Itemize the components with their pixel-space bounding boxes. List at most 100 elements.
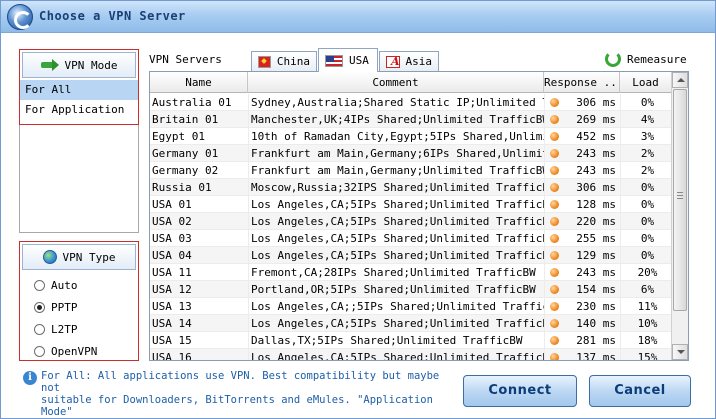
server-name-cell: USA 01	[152, 198, 192, 211]
tab-label: USA	[349, 54, 369, 67]
server-load-cell: 0%	[620, 94, 672, 110]
table-row[interactable]: USA 13 Los Angeles,CA;;5IPs Shared;Unlimi…	[150, 298, 672, 315]
arrows-icon	[40, 59, 59, 71]
info-icon: i	[23, 371, 37, 385]
mode-item-for-all[interactable]: For All	[20, 80, 138, 100]
column-header-response[interactable]: Response ...	[544, 72, 620, 93]
server-comment-cell: Dallas,TX;5IPs Shared;Unlimited TrafficB…	[248, 332, 544, 348]
status-dot-icon	[550, 352, 559, 360]
response-time: 243 ms	[576, 163, 616, 177]
mode-info-note: i For All: All applications use VPN. Bes…	[23, 370, 443, 419]
status-dot-icon	[550, 267, 559, 277]
server-response-cell: 220 ms	[544, 213, 620, 229]
server-comment-cell: Los Angeles,CA;5IPs Shared;Unlimited Tra…	[248, 230, 544, 246]
usa-flag-icon	[325, 54, 343, 67]
column-header-comment[interactable]: Comment	[248, 72, 544, 93]
table-row[interactable]: Russia 01 Moscow,Russia;32IPS Shared;Unli…	[150, 179, 672, 196]
connect-button[interactable]: Connect	[463, 375, 577, 407]
tab-label: Asia	[405, 55, 433, 68]
response-time: 243 ms	[576, 146, 616, 160]
status-dot-icon	[550, 165, 559, 175]
table-row[interactable]: Australia 01 Sydney,Australia;Shared Stat…	[150, 94, 672, 111]
table-row[interactable]: USA 16 Los Angeles,CA;5IPs Shared;Unlimit…	[150, 349, 672, 361]
table-row[interactable]: USA 11 Fremont,CA;28IPs Shared;Unlimited …	[150, 264, 672, 281]
server-response-cell: 154 ms	[544, 281, 620, 297]
table-row[interactable]: Germany 01 Frankfurt am Main,Germany;6IPs…	[150, 145, 672, 162]
radio-option-openvpn[interactable]: OpenVPN	[20, 340, 138, 362]
server-response-cell: 306 ms	[544, 94, 620, 110]
response-time: 220 ms	[576, 214, 616, 228]
table-header: Name Comment Response ... Load	[150, 72, 672, 93]
server-load-cell: 0%	[620, 179, 672, 195]
mode-item-for-application[interactable]: For Application	[20, 100, 138, 120]
scroll-up-button[interactable]	[672, 72, 688, 88]
status-dot-icon	[550, 250, 559, 260]
table-row[interactable]: USA 15 Dallas,TX;5IPs Shared;Unlimited Tr…	[150, 332, 672, 349]
radio-label: PPTP	[51, 300, 78, 314]
tab-usa[interactable]: USA	[318, 48, 378, 72]
table-row[interactable]: Britain 01 Manchester,UK;4IPs Shared;Unli…	[150, 111, 672, 128]
radio-button[interactable]	[34, 279, 45, 291]
table-row[interactable]: USA 12 Portland,OR;5IPs Shared;Unlimited …	[150, 281, 672, 298]
status-dot-icon	[550, 148, 559, 158]
table-row[interactable]: USA 04 Los Angeles,CA;5IPs Shared;Unlimit…	[150, 247, 672, 264]
vpn-server-dialog: Choose a VPN Server VPN Mode For All For…	[0, 0, 716, 419]
title-bar[interactable]: Choose a VPN Server	[1, 1, 715, 33]
cancel-button[interactable]: Cancel	[589, 375, 691, 407]
table-row[interactable]: USA 01 Los Angeles,CA;5IPs Shared;Unlimit…	[150, 196, 672, 213]
server-comment-cell: Fremont,CA;28IPs Shared;Unlimited Traffi…	[248, 264, 544, 280]
server-comment-cell: Moscow,Russia;32IPS Shared;Unlimited Tra…	[248, 179, 544, 195]
vpn-type-panel: VPN Type Auto PPTP L2TP OpenVPN	[19, 241, 139, 361]
server-name-cell: USA 12	[152, 283, 192, 296]
table-row[interactable]: USA 03 Los Angeles,CA;5IPs Shared;Unlimit…	[150, 230, 672, 247]
table-scrollbar[interactable]	[671, 72, 688, 360]
server-name-cell: USA 11	[152, 266, 192, 279]
remeasure-button[interactable]: Remeasure	[605, 51, 687, 67]
radio-label: Auto	[51, 278, 78, 292]
server-name-cell: USA 16	[152, 351, 192, 361]
column-header-name[interactable]: Name	[150, 72, 248, 93]
response-time: 243 ms	[576, 265, 616, 279]
table-body: Australia 01 Sydney,Australia;Shared Stat…	[150, 94, 672, 361]
server-load-cell: 11%	[620, 298, 672, 314]
radio-option-pptp[interactable]: PPTP	[20, 296, 138, 318]
mode-info-text: For All: All applications use VPN. Best …	[41, 370, 440, 419]
server-name-cell: Russia 01	[152, 181, 212, 194]
radio-option-auto[interactable]: Auto	[20, 274, 138, 296]
status-dot-icon	[550, 131, 559, 141]
server-comment-cell: Manchester,UK;4IPs Shared;Unlimited Traf…	[248, 111, 544, 127]
server-load-cell: 0%	[620, 213, 672, 229]
tab-china[interactable]: China	[251, 51, 317, 71]
server-name-cell: USA 15	[152, 334, 192, 347]
server-load-cell: 20%	[620, 264, 672, 280]
server-load-cell: 0%	[620, 230, 672, 246]
refresh-icon	[605, 51, 621, 67]
server-load-cell: 2%	[620, 145, 672, 161]
table-row[interactable]: USA 02 Los Angeles,CA;5IPs Shared;Unlimit…	[150, 213, 672, 230]
column-header-load[interactable]: Load	[620, 72, 672, 93]
server-load-cell: 10%	[620, 315, 672, 331]
server-load-cell: 0%	[620, 196, 672, 212]
server-name-cell: USA 04	[152, 249, 192, 262]
status-dot-icon	[550, 114, 559, 124]
radio-label: OpenVPN	[51, 344, 98, 358]
scroll-down-button[interactable]	[672, 344, 688, 360]
server-comment-cell: Los Angeles,CA;5IPs Shared;Unlimited Tra…	[248, 349, 544, 360]
server-response-cell: 281 ms	[544, 332, 620, 348]
server-response-cell: 269 ms	[544, 111, 620, 127]
server-response-cell: 137 ms	[544, 349, 620, 360]
radio-button[interactable]	[34, 323, 45, 335]
radio-button[interactable]	[34, 301, 45, 313]
vpn-type-title: VPN Type	[62, 250, 116, 264]
vpn-mode-list-area	[19, 125, 139, 233]
radio-option-l2tp[interactable]: L2TP	[20, 318, 138, 340]
tab-asia[interactable]: Asia	[379, 51, 439, 71]
table-row[interactable]: USA 14 Los Angeles,CA;5IPs Shared;Unlimit…	[150, 315, 672, 332]
radio-button[interactable]	[34, 345, 45, 357]
scroll-thumb[interactable]	[673, 89, 687, 311]
window-title: Choose a VPN Server	[39, 9, 186, 23]
response-time: 129 ms	[576, 248, 616, 262]
table-row[interactable]: Egypt 01 10th of Ramadan City,Egypt;5IPs …	[150, 128, 672, 145]
response-time: 452 ms	[576, 129, 616, 143]
table-row[interactable]: Germany 02 Frankfurt am Main,Germany;Unli…	[150, 162, 672, 179]
